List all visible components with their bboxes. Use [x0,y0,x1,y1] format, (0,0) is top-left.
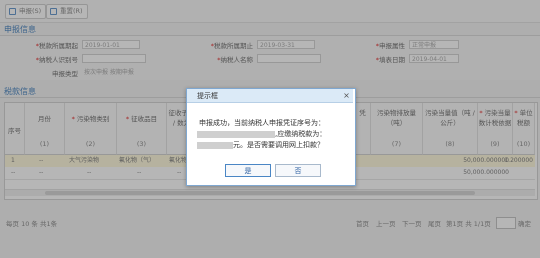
dialog-message-line1: 申报成功，当前纳税人申报凭证序号为： [199,119,325,127]
redacted-tax-amount [197,141,233,149]
confirm-dialog: 提示框 × 申报成功，当前纳税人申报凭证序号为： ,应缴纳税款为： 元。是否需要… [186,88,356,186]
dialog-message-line3: 元。是否需要调用网上扣款？ [197,140,324,150]
dialog-message-line2: ,应缴纳税款为： [197,129,326,139]
dialog-title: 提示框 [187,89,353,103]
no-button[interactable]: 否 [275,164,321,177]
redacted-voucher-number [197,130,275,138]
yes-button[interactable]: 是 [225,164,271,177]
close-icon[interactable]: × [342,91,351,100]
